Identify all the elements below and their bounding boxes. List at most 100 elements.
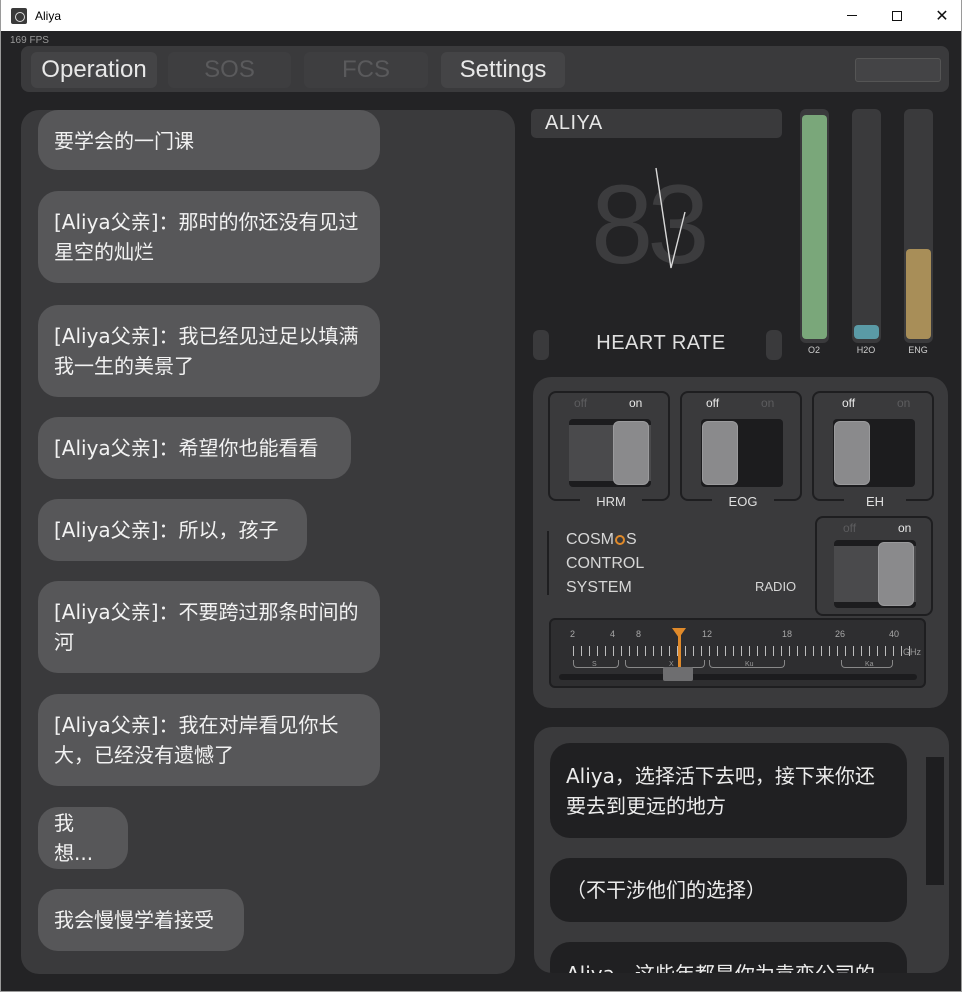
language-button[interactable]: [855, 58, 941, 82]
tuner-tick: [581, 646, 582, 656]
switch-hrm[interactable]: off on HRM: [548, 391, 670, 509]
radio-label: RADIO: [755, 579, 797, 594]
chat-message: [Aliya父亲]：所以，孩子: [38, 499, 307, 561]
tuner-tick: [893, 646, 894, 656]
switch-label: HRM: [580, 494, 642, 509]
switch-thumb[interactable]: [878, 542, 914, 606]
tuner-tick: [789, 646, 790, 656]
tuner-tick: [749, 646, 750, 656]
close-icon: ✕: [935, 5, 949, 25]
tuner-tick: [797, 646, 798, 656]
chat-message: [Aliya父亲]：不要跨过那条时间的河: [38, 581, 380, 673]
chat-message: 我会慢慢学着接受: [38, 889, 244, 951]
switch-on-label: on: [761, 396, 775, 410]
tuner-tick: [709, 646, 710, 656]
tuner-tick: [653, 646, 654, 656]
choice-option-3[interactable]: Aliya，这些年都是你为袁恋公司的: [550, 942, 907, 973]
switch-off-label: off: [574, 396, 588, 410]
choice-option-1[interactable]: Aliya，选择活下去吧，接下来你还要去到更远的地方: [550, 743, 907, 838]
tuner-tick: [741, 646, 742, 656]
cosmos-text-end: S: [626, 531, 637, 548]
tuner-tick: [637, 646, 638, 656]
tuner-tick: [805, 646, 806, 656]
tuner-tick: [829, 646, 830, 656]
tuner-tick: [853, 646, 854, 656]
gauge-o2-label: O2: [807, 345, 820, 355]
switch-label: EOG: [712, 494, 774, 509]
switch-off-label: off: [843, 521, 857, 535]
minimize-icon: [847, 15, 857, 16]
band-label: Ku: [745, 661, 754, 668]
app-window: Aliya ✕ 169 FPS Operation SOS FCS Settin…: [0, 0, 962, 992]
tuner-tick: [645, 646, 646, 656]
maximize-icon: [892, 10, 902, 21]
choice-option-2[interactable]: （不干涉他们的选择）: [550, 858, 907, 922]
maximize-button[interactable]: [874, 0, 920, 31]
chat-message: 我想...: [38, 807, 128, 869]
tuner-tick: [877, 646, 878, 656]
tuner-tick: [733, 646, 734, 656]
tab-sos[interactable]: SOS: [168, 52, 291, 88]
switch-on-label: on: [629, 396, 643, 410]
tuner-tick: [757, 646, 758, 656]
tuner-needle-head-icon: [672, 628, 686, 638]
switch-thumb[interactable]: [613, 421, 649, 485]
switch-thumb[interactable]: [702, 421, 738, 485]
tab-fcs[interactable]: FCS: [304, 52, 428, 88]
chat-message: [Aliya父亲]：我在对岸看见你长大，已经没有遗憾了: [38, 694, 380, 786]
tuner-slider-handle[interactable]: [663, 667, 693, 681]
tuner-tick: [869, 646, 870, 656]
tuner-tick: [573, 646, 574, 656]
tuner-tick: [613, 646, 614, 656]
tab-bar: Operation SOS FCS Settings: [21, 46, 949, 92]
tuner-tick: [725, 646, 726, 656]
switch-thumb[interactable]: [834, 421, 870, 485]
choice-panel[interactable]: Aliya，选择活下去吧，接下来你还要去到更远的地方 （不干涉他们的选择） Al…: [534, 727, 949, 973]
tuner-rail: [559, 674, 917, 680]
switch-eog[interactable]: off on EOG: [680, 391, 802, 509]
divider: [547, 531, 549, 595]
tuner-tick: [765, 646, 766, 656]
chat-message: [Aliya父亲]：我已经见过足以填满我一生的美景了: [38, 305, 380, 397]
tuner-tick: [661, 646, 662, 656]
tuner-tick: [813, 646, 814, 656]
switch-radio[interactable]: off on: [815, 516, 933, 616]
title-bar: Aliya ✕: [1, 0, 961, 31]
unit-label: GHz: [903, 647, 921, 657]
right-knob: [766, 330, 782, 360]
close-button[interactable]: ✕: [919, 0, 962, 31]
choice-scrollbar[interactable]: [926, 757, 944, 885]
cosmos-control-system-label: COSM S CONTROL SYSTEM: [566, 528, 644, 600]
tab-operation[interactable]: Operation: [31, 52, 157, 88]
switch-eh[interactable]: off on EH: [812, 391, 934, 509]
control-text: CONTROL: [566, 555, 645, 572]
gauge-o2: [800, 109, 829, 343]
band-label: S: [592, 661, 597, 668]
chat-message: [Aliya父亲]：希望你也能看看: [38, 417, 351, 479]
switch-off-label: off: [842, 396, 856, 410]
switch-off-label: off: [706, 396, 720, 410]
window-title: Aliya: [35, 8, 62, 23]
tuner-tick: [781, 646, 782, 656]
app-logo-icon: [11, 7, 27, 24]
chat-history-panel[interactable]: 要学会的一门课 [Aliya父亲]：那时的你还没有见过星空的灿烂 [Aliya父…: [21, 110, 515, 974]
gauge-h2o-fill: [854, 325, 879, 339]
gauge-eng: [904, 109, 933, 343]
tuner-tick: [701, 646, 702, 656]
tick-label: 4: [610, 629, 616, 639]
tick-label: 2: [570, 629, 576, 639]
status-dot-icon: [615, 535, 625, 545]
radio-tuner[interactable]: 2 4 8 12 18 26 40 S X Ku Ka GHz: [549, 618, 926, 688]
fps-counter: 169 FPS: [10, 35, 49, 46]
gauge-h2o-label: H2O: [856, 345, 876, 355]
chat-message: 要学会的一门课: [38, 110, 380, 170]
tab-settings[interactable]: Settings: [441, 52, 565, 88]
heart-rate-label: HEART RATE: [596, 332, 726, 354]
tuner-tick: [597, 646, 598, 656]
minimize-button[interactable]: [829, 0, 875, 31]
tuner-tick: [773, 646, 774, 656]
tick-label: 18: [782, 629, 793, 639]
tuner-tick: [717, 646, 718, 656]
tuner-tick: [837, 646, 838, 656]
gauge-eng-fill: [906, 249, 931, 339]
